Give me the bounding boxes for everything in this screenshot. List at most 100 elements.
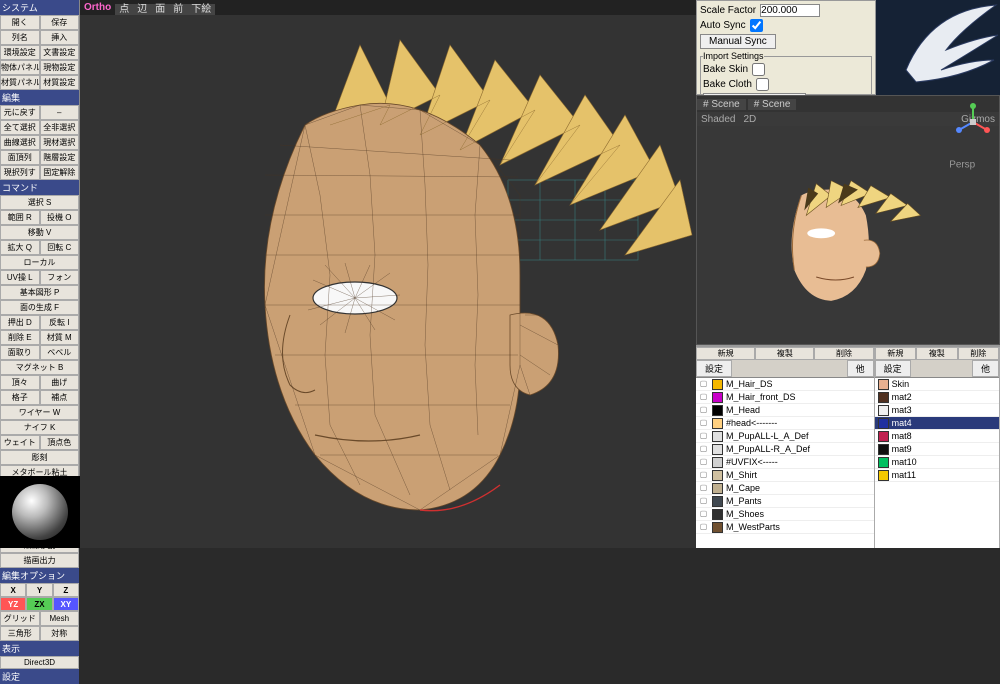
main-3d-viewport[interactable]: Ortho 点辺面前下絵: [80, 0, 696, 548]
obj-head-削除[interactable]: 削除: [814, 347, 873, 360]
mat-head-複製[interactable]: 複製: [916, 347, 957, 360]
mat-list-item-4[interactable]: mat8: [875, 430, 999, 443]
prim-btn-1-0[interactable]: 面の生成 F: [0, 300, 79, 315]
axis-Y[interactable]: Y: [26, 583, 52, 597]
sys-btn-4-0[interactable]: 材質パネル: [0, 75, 40, 90]
unity-scene-preview[interactable]: # Scene # Scene Shaded 2D Gizmos: [696, 95, 1000, 345]
edit-btn-1-0[interactable]: 全て選択: [0, 120, 40, 135]
bake-cloth-checkbox[interactable]: [756, 78, 769, 91]
tool-btn-0-1[interactable]: ベベル: [40, 345, 80, 360]
axis-X[interactable]: X: [0, 583, 26, 597]
tool-btn-3-0[interactable]: 格子: [0, 390, 40, 405]
plane-XY[interactable]: XY: [53, 597, 79, 611]
mat-list-item-1[interactable]: mat2: [875, 391, 999, 404]
obj-tab-2[interactable]: 他: [847, 360, 874, 377]
mat-list-item-7[interactable]: mat11: [875, 469, 999, 482]
obj-list-item-9[interactable]: ▢M_Pants: [696, 495, 874, 508]
prim-btn-3-1[interactable]: 材質 M: [40, 330, 80, 345]
plane-YZ[interactable]: YZ: [0, 597, 26, 611]
mat-list-item-2[interactable]: mat3: [875, 404, 999, 417]
vp-tab-辺[interactable]: 辺: [133, 4, 151, 15]
cmd-btn-3-0[interactable]: 拡大 Q: [0, 240, 40, 255]
direct3d-button[interactable]: Direct3D: [0, 656, 79, 669]
tool-btn-6-1[interactable]: 頂点色: [40, 435, 80, 450]
scene-tab-1[interactable]: # Scene: [697, 99, 746, 110]
sys-btn-2-1[interactable]: 文書設定: [40, 45, 80, 60]
sys-btn-1-1[interactable]: 挿入: [40, 30, 80, 45]
sys-btn-3-0[interactable]: 物体パネル: [0, 60, 40, 75]
cmd-btn-3-1[interactable]: 回転 C: [40, 240, 80, 255]
face-対称[interactable]: 対称: [40, 626, 80, 641]
prim-btn-0-0[interactable]: 基本図形 P: [0, 285, 79, 300]
obj-list-item-7[interactable]: ▢M_Shirt: [696, 469, 874, 482]
scale-factor-input[interactable]: [760, 4, 820, 17]
misc-btn-0-0[interactable]: 彫刻: [0, 450, 79, 465]
tool-btn-1-0[interactable]: マグネット B: [0, 360, 79, 375]
tool-btn-2-0[interactable]: 頂々: [0, 375, 40, 390]
tool-btn-5-0[interactable]: ナイフ K: [0, 420, 79, 435]
edit-btn-3-1[interactable]: 階層設定: [40, 150, 80, 165]
plane-ZX[interactable]: ZX: [26, 597, 52, 611]
mat-tab-2[interactable]: 他: [972, 360, 999, 377]
tool-btn-0-0[interactable]: 面取り: [0, 345, 40, 360]
vp-tab-面[interactable]: 面: [151, 4, 169, 15]
cmd-btn-1-1[interactable]: 投機 O: [40, 210, 80, 225]
shaded-dropdown[interactable]: Shaded: [701, 114, 735, 125]
obj-list-item-11[interactable]: ▢M_WestParts: [696, 521, 874, 534]
grid-Mesh[interactable]: Mesh: [40, 611, 80, 626]
tool-btn-3-1[interactable]: 補点: [40, 390, 80, 405]
sys-btn-3-1[interactable]: 現物設定: [40, 60, 80, 75]
sys-btn-1-0[interactable]: 列名: [0, 30, 40, 45]
obj-list-item-0[interactable]: ▢M_Hair_DS: [696, 378, 874, 391]
cmd-btn-1-0[interactable]: 範囲 R: [0, 210, 40, 225]
edit-btn-0-1[interactable]: –: [40, 105, 80, 120]
prim-btn-2-1[interactable]: 反転 I: [40, 315, 80, 330]
obj-list-item-5[interactable]: ▢M_PupALL-R_A_Def: [696, 443, 874, 456]
mat-tab-1[interactable]: 設定: [875, 360, 911, 377]
mat-list-item-0[interactable]: Skin: [875, 378, 999, 391]
obj-list-item-4[interactable]: ▢M_PupALL-L_A_Def: [696, 430, 874, 443]
2d-toggle[interactable]: 2D: [743, 114, 756, 125]
obj-list-item-6[interactable]: ▢#UVFIX<-----: [696, 456, 874, 469]
sys-btn-0-0[interactable]: 開く: [0, 15, 40, 30]
cmd-btn-4-0[interactable]: ローカル: [0, 255, 79, 270]
obj-head-新規[interactable]: 新規: [696, 347, 755, 360]
edit-btn-1-1[interactable]: 全非選択: [40, 120, 80, 135]
mat-list-item-3[interactable]: mat4: [875, 417, 999, 430]
cmd-btn-0-0[interactable]: 選択 S: [0, 195, 79, 210]
obj-list-item-3[interactable]: ▢#head<-------: [696, 417, 874, 430]
edit-btn-4-1[interactable]: 固定解除: [40, 165, 80, 180]
face-三角形[interactable]: 三角形: [0, 626, 40, 641]
edit-btn-2-1[interactable]: 現材選択: [40, 135, 80, 150]
sys-btn-2-0[interactable]: 環境設定: [0, 45, 40, 60]
vp-tab-下絵[interactable]: 下絵: [187, 4, 215, 15]
prim-btn-2-0[interactable]: 押出 D: [0, 315, 40, 330]
mat-list-item-6[interactable]: mat10: [875, 456, 999, 469]
orientation-gizmo-icon[interactable]: [953, 102, 993, 142]
grid-グリッド[interactable]: グリッド: [0, 611, 40, 626]
tool-btn-6-0[interactable]: ウェイト: [0, 435, 40, 450]
vp-tab-点[interactable]: 点: [115, 4, 133, 15]
tool-btn-4-0[interactable]: ワイヤー W: [0, 405, 79, 420]
auto-sync-checkbox[interactable]: [750, 19, 763, 32]
obj-head-複製[interactable]: 複製: [755, 347, 814, 360]
sys-btn-4-1[interactable]: 材質設定: [40, 75, 80, 90]
edit-btn-2-0[interactable]: 曲線選択: [0, 135, 40, 150]
obj-list-item-1[interactable]: ▢M_Hair_front_DS: [696, 391, 874, 404]
obj-tab-1[interactable]: 設定: [696, 360, 732, 377]
cmd-btn-2-0[interactable]: 移動 V: [0, 225, 79, 240]
obj-list-item-10[interactable]: ▢M_Shoes: [696, 508, 874, 521]
vp-tab-前[interactable]: 前: [169, 4, 187, 15]
tool-btn-2-1[interactable]: 曲げ: [40, 375, 80, 390]
obj-list-item-2[interactable]: ▢M_Head: [696, 404, 874, 417]
manual-sync-button[interactable]: Manual Sync: [700, 34, 776, 49]
edit-btn-0-0[interactable]: 元に戻す: [0, 105, 40, 120]
cmd-btn-5-0[interactable]: UV操 L: [0, 270, 40, 285]
edit-btn-3-0[interactable]: 面頂列: [0, 150, 40, 165]
cmd-btn-5-1[interactable]: フォン: [40, 270, 80, 285]
mat-head-削除[interactable]: 削除: [958, 347, 999, 360]
axis-Z[interactable]: Z: [53, 583, 79, 597]
prim-btn-3-0[interactable]: 削除 E: [0, 330, 40, 345]
mat-head-新規[interactable]: 新規: [875, 347, 916, 360]
projection-mode[interactable]: Ortho: [84, 2, 111, 13]
